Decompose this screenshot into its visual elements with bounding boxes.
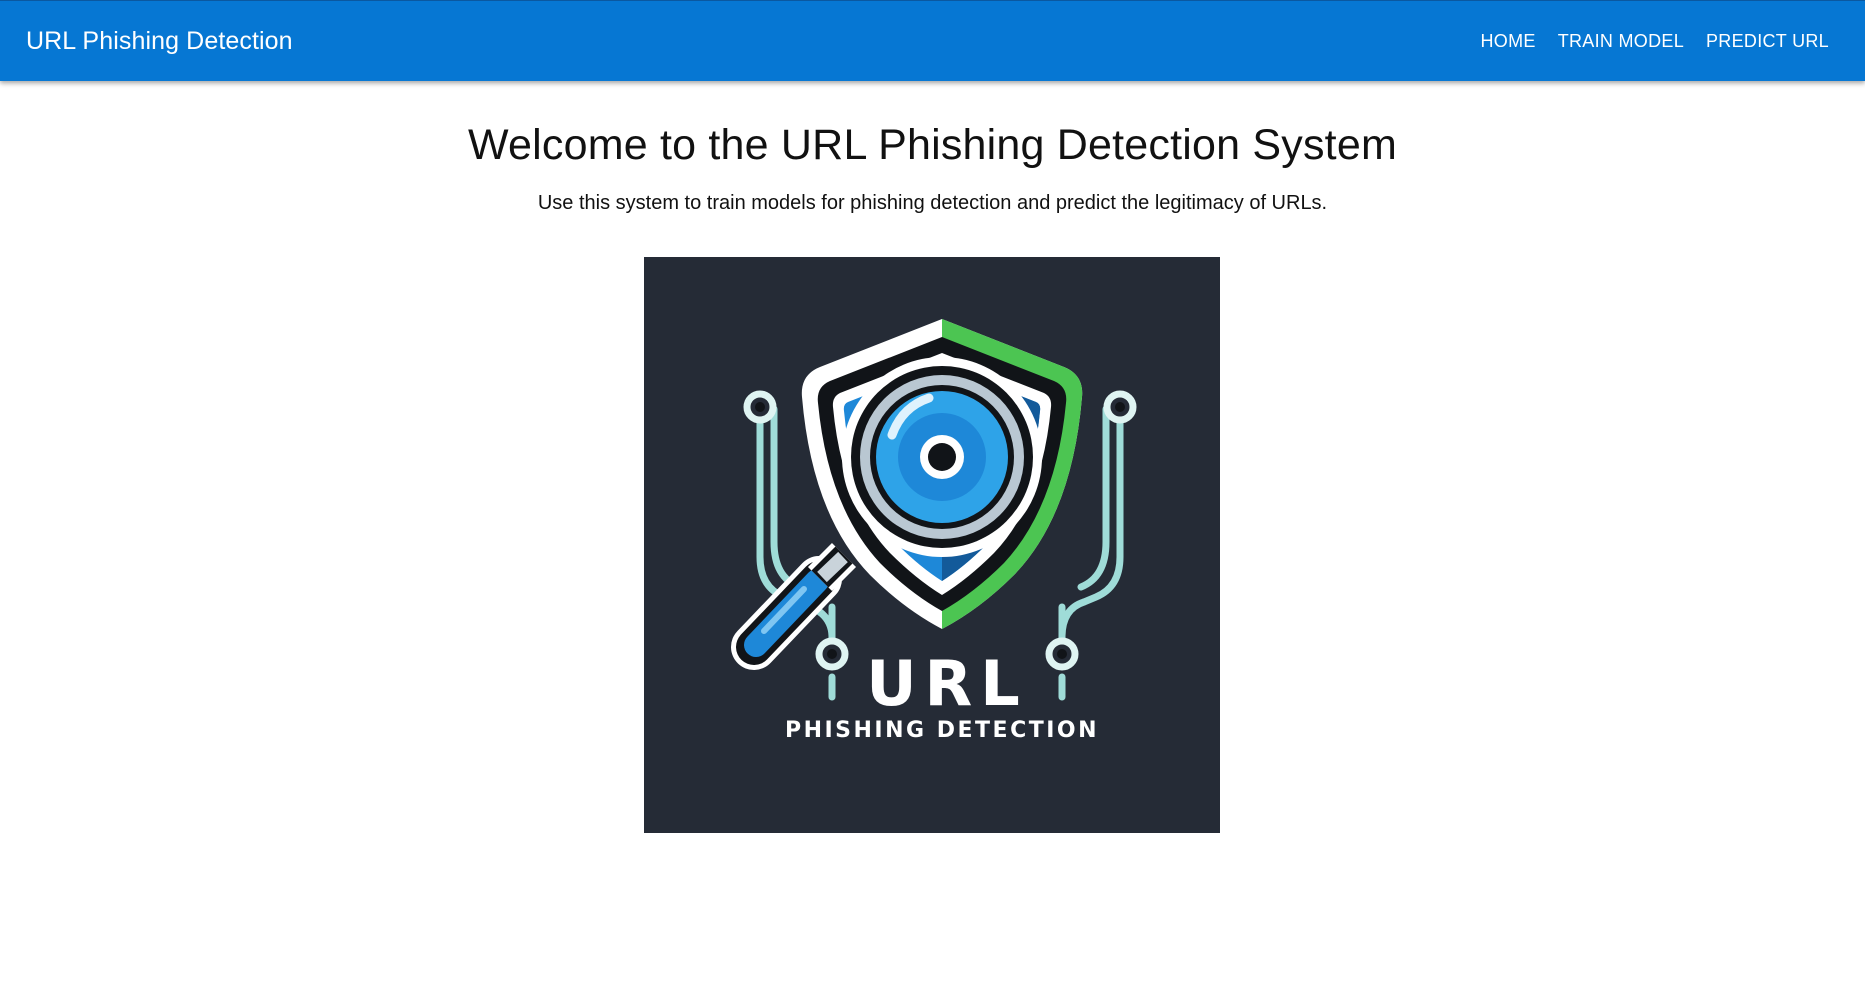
logo-text-url: URL	[866, 647, 1028, 720]
page-title: Welcome to the URL Phishing Detection Sy…	[468, 121, 1397, 169]
nav-train-model-button[interactable]: TRAIN MODEL	[1547, 23, 1695, 60]
logo-text-phishing-detection: PHISHING DETECTION	[785, 718, 1099, 743]
page-subtitle: Use this system to train models for phis…	[537, 192, 1328, 214]
app-bar: URL Phishing Detection HOME TRAIN MODEL …	[0, 0, 1865, 81]
main-content: Welcome to the URL Phishing Detection Sy…	[0, 81, 1865, 833]
nav-home-button[interactable]: HOME	[1469, 23, 1546, 60]
nav-predict-url-button[interactable]: PREDICT URL	[1695, 23, 1839, 60]
app-title[interactable]: URL Phishing Detection	[26, 26, 293, 56]
phishing-detection-logo: URL PHISHING DETECTION	[644, 257, 1220, 833]
top-nav: HOME TRAIN MODEL PREDICT URL	[1469, 23, 1839, 60]
